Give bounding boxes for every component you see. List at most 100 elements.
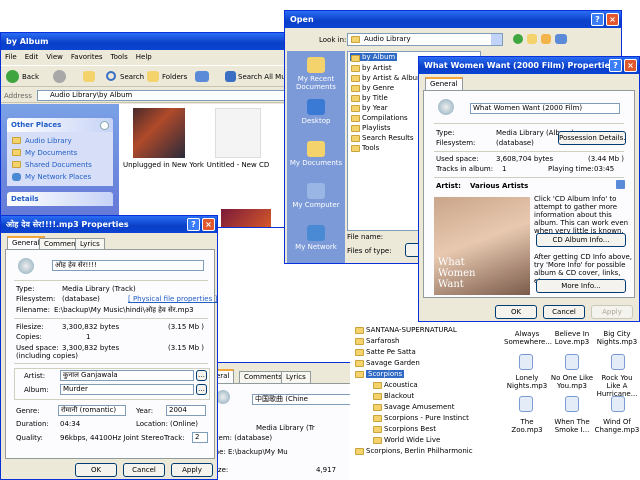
album-placeholder-icon[interactable] — [215, 108, 261, 158]
album-caption[interactable]: Untitled - New CD — [203, 161, 273, 169]
tree-item[interactable]: Scorpions - Pure Instinct — [384, 414, 469, 422]
tree-item[interactable]: Blackout — [384, 392, 414, 400]
track-name-field[interactable]: 中国歌曲 (Chine — [252, 394, 350, 405]
place-desktop[interactable]: Desktop — [287, 117, 345, 125]
apply-button[interactable]: Apply — [171, 463, 213, 477]
file-item[interactable]: Rock You Like A Hurricane... — [594, 374, 640, 398]
folder-item[interactable]: Tools — [362, 144, 379, 152]
folders-button[interactable]: Folders — [162, 73, 187, 81]
details-header[interactable]: Details — [7, 192, 113, 206]
artist-browse-button[interactable]: … — [196, 370, 207, 381]
tree-item[interactable]: Acoustica — [384, 381, 418, 389]
place-shared-documents[interactable]: Shared Documents — [25, 161, 92, 169]
folders-icon[interactable] — [147, 71, 159, 82]
place-my-documents[interactable]: My Documents — [287, 159, 345, 167]
album-browse-button[interactable]: … — [196, 384, 207, 395]
folder-item[interactable]: by Title — [362, 94, 388, 102]
apply-button[interactable]: Apply — [591, 305, 633, 319]
menu-help[interactable]: Help — [136, 53, 152, 61]
views-icon[interactable] — [195, 71, 209, 82]
file-item[interactable]: When The Smoke I... — [550, 418, 594, 434]
place-my-documents[interactable]: My Documents — [25, 149, 77, 157]
tree-item[interactable]: Satte Pe Satta — [366, 348, 416, 356]
physical-file-link[interactable]: [ Physical file properties ] — [128, 295, 217, 303]
help-icon[interactable]: ? — [591, 13, 604, 26]
search-all-icon[interactable] — [225, 71, 236, 82]
place-network[interactable]: My Network Places — [25, 173, 91, 181]
up-folder-icon[interactable] — [527, 34, 537, 44]
tree-item[interactable]: World Wide Live — [384, 436, 440, 444]
genre-field[interactable]: रोमानी (romantic) — [58, 405, 126, 416]
more-info-button[interactable]: More Info... — [536, 279, 626, 293]
chevron-down-icon[interactable] — [491, 34, 502, 45]
tree-item[interactable]: Scorpions, Berlin Philharmonic — [366, 447, 473, 455]
edit-artist-icon[interactable] — [616, 180, 625, 189]
place-my-computer[interactable]: My Computer — [287, 201, 345, 209]
menu-edit[interactable]: Edit — [25, 53, 39, 61]
collapse-chevron-icon[interactable] — [100, 121, 109, 130]
my-computer-icon[interactable] — [307, 183, 325, 199]
back-button[interactable]: Back — [22, 73, 39, 81]
cd-album-info-button[interactable]: CD Album Info... — [536, 233, 626, 247]
year-field[interactable]: 2004 — [166, 405, 206, 416]
folder-item[interactable]: by Genre — [362, 84, 394, 92]
possession-details-button[interactable]: Possession Details... — [558, 131, 626, 145]
back-arrow-icon[interactable] — [513, 34, 523, 44]
my-documents-icon[interactable] — [307, 141, 325, 157]
ok-button[interactable]: OK — [75, 463, 117, 477]
place-recent[interactable]: My Recent Documents — [287, 75, 345, 91]
album-cover-off-the-buzz[interactable] — [221, 209, 271, 227]
help-icon[interactable]: ? — [609, 59, 622, 72]
file-item[interactable]: The Zoo.mp3 — [504, 418, 550, 434]
desktop-icon[interactable] — [307, 99, 325, 115]
folder-item[interactable]: by Artist & Album — [362, 74, 424, 82]
tab-general[interactable]: General — [425, 77, 463, 91]
tree-item[interactable]: SANTANA-SUPERNATURAL — [366, 326, 457, 334]
tree-item[interactable]: Savage Amusement — [384, 403, 454, 411]
up-folder-icon[interactable] — [83, 71, 95, 82]
new-folder-icon[interactable] — [541, 34, 551, 44]
menu-file[interactable]: File — [5, 53, 17, 61]
search-button[interactable]: Search — [120, 73, 144, 81]
menu-tools[interactable]: Tools — [111, 53, 128, 61]
tab-lyrics[interactable]: Lyrics — [281, 371, 311, 383]
file-item[interactable]: Always Somewhere... — [504, 330, 552, 346]
folder-item[interactable]: Compilations — [362, 114, 408, 122]
forward-arrow-icon[interactable] — [53, 70, 66, 83]
other-places-header[interactable]: Other Places — [7, 118, 113, 132]
album-name-field[interactable]: What Women Want (2000 Film) — [470, 103, 620, 114]
track-name-field[interactable]: ओह हेव सेर!!!! — [52, 260, 204, 271]
help-icon[interactable]: ? — [187, 218, 200, 231]
album-caption[interactable]: Unplugged in New York — [123, 161, 204, 169]
menu-view[interactable]: View — [46, 53, 63, 61]
close-icon[interactable]: × — [606, 13, 619, 26]
back-arrow-icon[interactable] — [6, 70, 19, 83]
lookin-select[interactable]: Audio Library — [347, 33, 503, 46]
tree-item-selected[interactable]: Scorpions — [366, 370, 405, 378]
file-item[interactable]: Wind Of Change.mp3 — [594, 418, 640, 434]
album-cover-unplugged[interactable] — [133, 108, 185, 158]
file-item[interactable]: Big City Nights.mp3 — [594, 330, 640, 346]
album-field[interactable]: Murder — [60, 384, 194, 395]
folder-item[interactable]: Search Results — [362, 134, 414, 142]
folder-item[interactable]: Playlists — [362, 124, 391, 132]
folder-item[interactable]: by Year — [362, 104, 388, 112]
tab-comments[interactable]: Comments — [239, 371, 287, 383]
menu-favorites[interactable]: Favorites — [71, 53, 103, 61]
network-icon[interactable] — [307, 225, 325, 241]
file-item[interactable]: Lonely Nights.mp3 — [504, 374, 550, 390]
artist-field[interactable]: कुनाल Ganjawala — [60, 370, 194, 381]
close-icon[interactable]: × — [202, 218, 215, 231]
tree-item[interactable]: Sarfarosh — [366, 337, 399, 345]
views-icon[interactable] — [555, 34, 567, 44]
close-icon[interactable]: × — [624, 59, 637, 72]
address-input[interactable]: Audio Library\by Album — [37, 90, 299, 101]
place-audio-library[interactable]: Audio Library — [25, 137, 72, 145]
place-network[interactable]: My Network — [287, 243, 345, 251]
file-item[interactable]: No One Like You.mp3 — [550, 374, 594, 390]
tree-item[interactable]: Scorpions Best — [384, 425, 436, 433]
track-number-field[interactable]: 2 — [192, 432, 208, 443]
folder-item[interactable]: by Artist — [362, 64, 392, 72]
file-item[interactable]: Believe In Love.mp3 — [550, 330, 594, 346]
tree-item[interactable]: Savage Garden — [366, 359, 420, 367]
